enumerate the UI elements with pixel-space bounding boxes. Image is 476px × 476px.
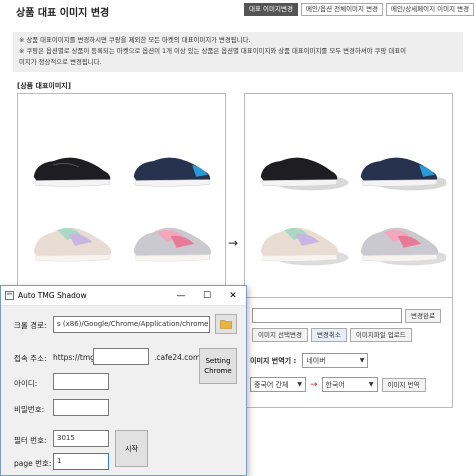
section-label: [상품 대표이미지] (17, 82, 71, 90)
maximize-icon[interactable]: ☐ (194, 286, 220, 306)
chevron-down-icon: ▼ (359, 357, 365, 364)
tab-main-image[interactable]: 대표 이미지변경 (244, 3, 298, 16)
tab-all-images[interactable]: 메인/옵션 전체이미지 변경 (300, 3, 384, 16)
original-product-image[interactable] (24, 125, 219, 275)
password-label: 비밀번호: (14, 405, 45, 414)
browse-folder-button[interactable] (215, 314, 237, 334)
page-number-input[interactable]: 1 (53, 453, 109, 470)
crawl-path-input[interactable]: s (x86)/Google/Chrome/Application/chrome… (53, 316, 210, 333)
window-titlebar[interactable]: Auto TMG Shadow — ☐ ✕ (1, 286, 246, 306)
tab-bar: 대표 이미지변경 메인/옵션 전체이미지 변경 메인/상세페이지 이미지 변경 (244, 3, 475, 16)
translator-row: 이미지 번역기 : 네이버 ▼ (250, 353, 369, 368)
target-language-value: 한국어 (325, 380, 345, 389)
target-language-select[interactable]: 한국어 ▼ (321, 377, 378, 392)
address-input[interactable] (93, 348, 149, 365)
shadow-product-image[interactable] (251, 125, 448, 275)
image-url-row: 변경완료 (252, 308, 441, 323)
language-arrow-icon: → (310, 379, 318, 390)
upload-image-button[interactable]: 이미지파일 업로드 (349, 328, 412, 342)
shoe-navy (122, 125, 220, 200)
shoe-pastel-beige-shadow (251, 200, 349, 275)
translate-image-button[interactable]: 이미지 번역 (381, 377, 426, 392)
language-row: 중국어 간체 ▼ → 한국어 ▼ 이미지 번역 (250, 377, 426, 392)
minimize-icon[interactable]: — (168, 286, 194, 306)
start-button[interactable]: 시작 (115, 430, 148, 467)
source-language-select[interactable]: 중국어 간체 ▼ (250, 377, 306, 392)
shoe-navy-shadow (349, 125, 448, 200)
filter-number-label: 필터 번호: (14, 436, 47, 445)
page-title: 상품 대표 이미지 변경 (16, 8, 110, 19)
image-url-input[interactable] (252, 308, 402, 323)
shoe-grey-pink-shadow (349, 200, 448, 275)
shoe-grey-pink (122, 200, 220, 275)
image-action-buttons: 이미지 선택변경 변경취소 이미지파일 업로드 (252, 328, 412, 342)
id-label: 아이디: (14, 379, 38, 388)
window-body: 크롤 경로: s (x86)/Google/Chrome/Application… (1, 306, 246, 476)
address-prefix: https://tmg (53, 353, 95, 362)
chevron-down-icon: ▼ (297, 381, 302, 388)
setting-chrome-button[interactable]: Setting Chrome (199, 348, 237, 384)
shoe-black-shadow (251, 125, 349, 200)
chevron-down-icon: ▼ (368, 381, 374, 388)
translator-value: 네이버 (306, 356, 326, 365)
app-icon (5, 291, 14, 300)
source-language-value: 중국어 간체 (254, 380, 289, 389)
window-title: Auto TMG Shadow (18, 291, 87, 300)
translator-label: 이미지 번역기 : (250, 356, 297, 365)
id-input[interactable] (53, 373, 109, 390)
apply-change-button[interactable]: 변경완료 (405, 308, 441, 323)
crawl-path-label: 크롤 경로: (14, 321, 47, 330)
address-suffix: .cafe24.com/ (154, 353, 203, 362)
translator-select[interactable]: 네이버 ▼ (302, 353, 369, 368)
notice-line-2: ※ 쿠팡은 옵션별로 상품이 등록되는 마켓으로 옵션이 1개 이상 있는 상품… (19, 47, 406, 55)
transform-arrow: → (228, 236, 239, 250)
connect-address-label: 접속 주소: (14, 354, 47, 363)
page-number-label: page 번호: (14, 459, 52, 468)
tab-detail-images[interactable]: 메인/상세페이지 이미지 변경 (386, 3, 475, 16)
notice-box: ※ 상품 대표이미지를 변경하시면 쿠팡을 제외한 모든 마켓의 대표이미지가 … (13, 32, 463, 72)
close-icon[interactable]: ✕ (220, 286, 246, 306)
folder-icon (220, 320, 232, 329)
filter-number-input[interactable]: 3015 (53, 430, 109, 447)
auto-tmg-shadow-window: Auto TMG Shadow — ☐ ✕ 크롤 경로: s (x86)/Goo… (0, 285, 247, 476)
password-input[interactable] (53, 399, 109, 416)
notice-line-1: ※ 상품 대표이미지를 변경하시면 쿠팡을 제외한 모든 마켓의 대표이미지가 … (19, 36, 251, 44)
cancel-change-button[interactable]: 변경취소 (310, 328, 347, 342)
notice-line-3: 미지가 정상적으로 변경됩니다. (19, 58, 102, 66)
shoe-black (24, 125, 122, 200)
shoe-pastel-beige (24, 200, 122, 275)
select-change-button[interactable]: 이미지 선택변경 (252, 328, 308, 342)
